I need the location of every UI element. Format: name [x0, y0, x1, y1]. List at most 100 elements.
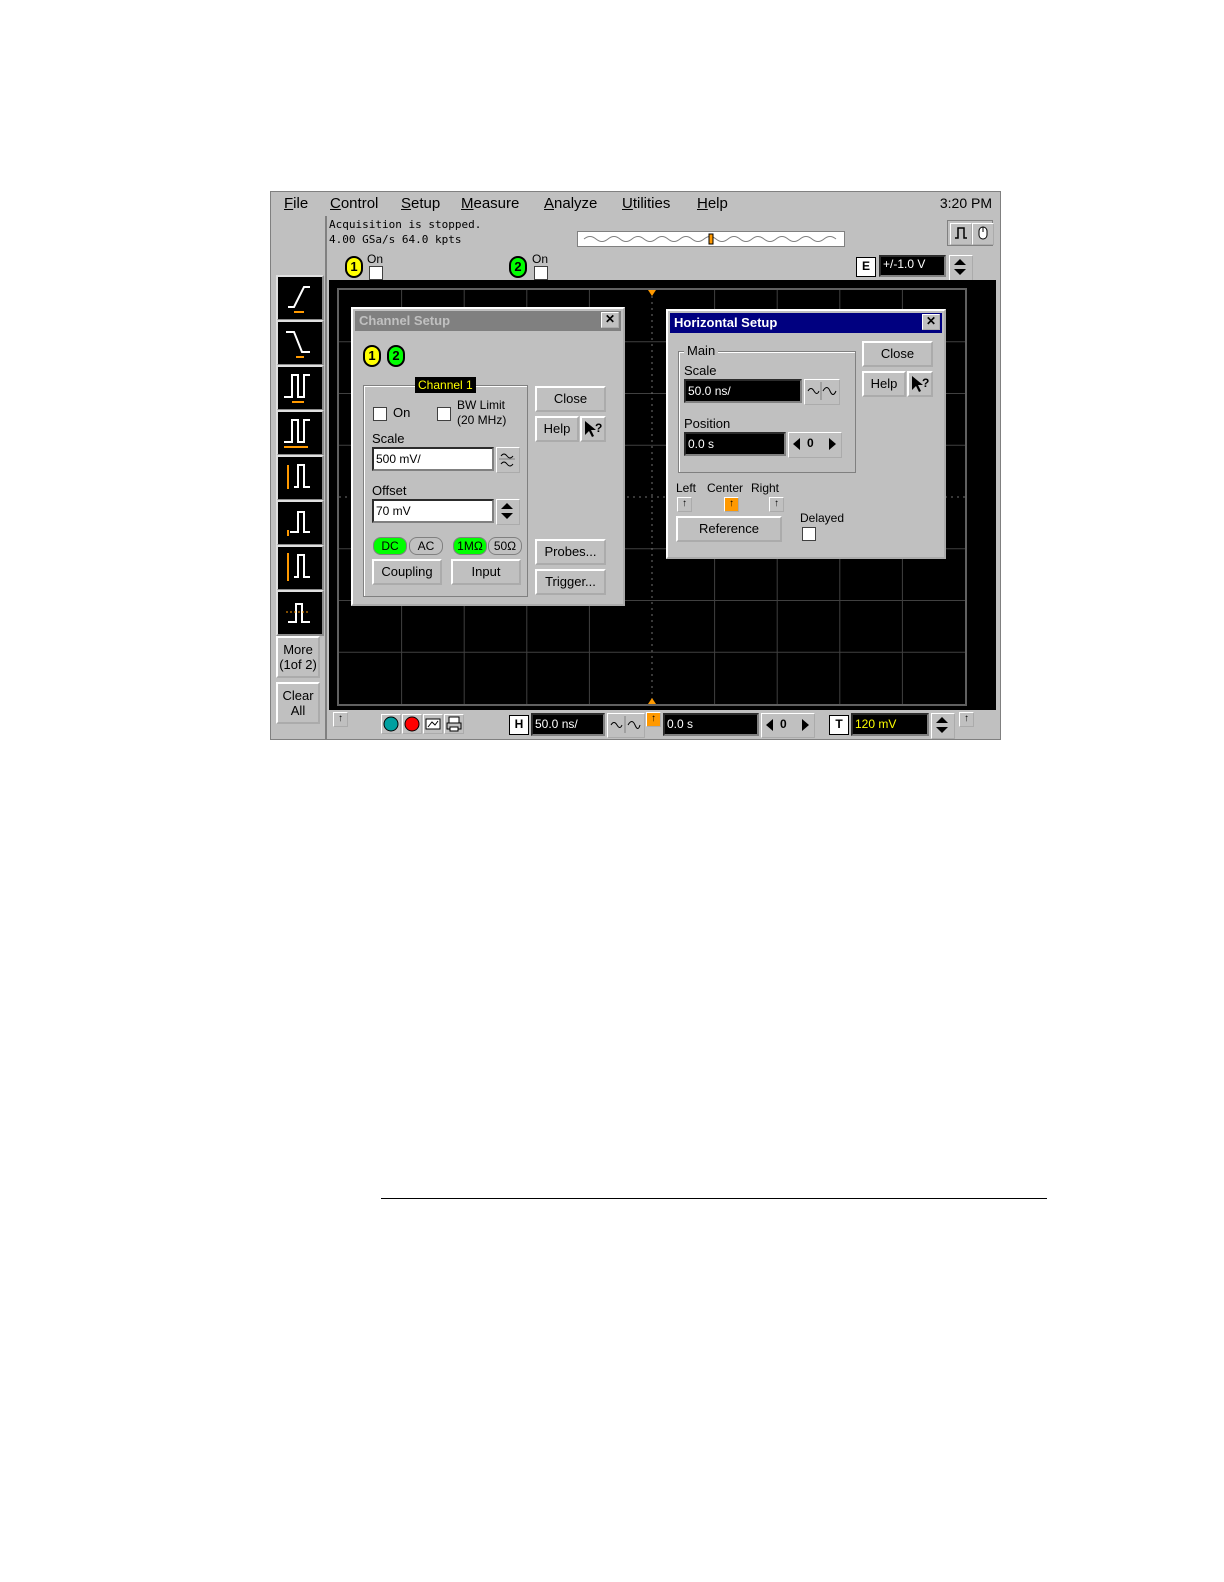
dialog-channel-2-badge[interactable]: 2 — [387, 345, 405, 367]
channel-2-on-checkbox[interactable] — [534, 266, 548, 280]
menu-control[interactable]: Control — [330, 195, 378, 212]
rise-time-icon — [288, 286, 310, 313]
pulse-width-icon — [284, 374, 310, 403]
right-arrow-icon[interactable] — [798, 714, 812, 735]
horizontal-badge[interactable]: H — [509, 715, 529, 735]
scale-label: Scale — [372, 431, 405, 446]
left-arrow-icon[interactable] — [790, 433, 804, 455]
svg-text:?: ? — [922, 376, 929, 390]
offset-input[interactable]: 70 mV — [372, 499, 494, 523]
menu-help[interactable]: Help — [697, 195, 728, 212]
horizontal-setup-close-icon[interactable]: ✕ — [922, 314, 940, 330]
more-sub-label: (1of 2) — [279, 657, 317, 672]
marker-button[interactable]: ↑ — [333, 712, 348, 727]
channel-on-checkbox[interactable] — [373, 407, 387, 421]
channel-2-on-label: On — [532, 252, 549, 266]
pointer-question-icon: ? — [585, 421, 602, 437]
menu-utilities[interactable]: Utilities — [622, 195, 670, 212]
clock: 3:20 PM — [939, 195, 992, 211]
amplitude-icon — [287, 464, 310, 489]
channel-close-button[interactable]: Close — [535, 386, 606, 412]
coupling-button[interactable]: Coupling — [372, 559, 442, 585]
stop-button[interactable] — [402, 714, 422, 734]
peak-to-peak-button[interactable] — [276, 545, 324, 591]
channel-help-button[interactable]: Help — [535, 416, 579, 442]
channel-2-badge[interactable]: 2 — [509, 256, 527, 278]
channel-setup-dialog: Channel Setup ✕ 1 2 Channel 1 On BW Limi… — [351, 307, 625, 606]
bw-limit-checkbox[interactable] — [437, 407, 451, 421]
reference-button[interactable]: Reference — [676, 516, 782, 542]
horizontal-close-button[interactable]: Close — [862, 341, 933, 367]
external-range-spinner[interactable] — [949, 255, 973, 281]
bottom-scale-spinner[interactable] — [607, 713, 645, 738]
bottom-position-stepper: 0 — [761, 713, 815, 738]
waveform-overview[interactable] — [577, 231, 845, 247]
position-stepper: 0 — [788, 432, 842, 458]
scale-fine-spinner[interactable] — [496, 447, 520, 473]
reference-center-button[interactable]: ↑ — [724, 497, 739, 512]
single-button[interactable] — [423, 714, 443, 734]
print-button[interactable] — [444, 714, 464, 734]
top-button[interactable] — [276, 500, 324, 546]
clear-all-button[interactable]: Clear All — [276, 682, 320, 724]
horizontal-help-button[interactable]: Help — [862, 371, 906, 397]
trigger-marker-button[interactable]: ↑ — [959, 712, 974, 727]
run-button[interactable] — [381, 714, 401, 734]
input-button[interactable]: Input — [451, 559, 521, 585]
scale-input[interactable]: 500 mV/ — [372, 447, 494, 471]
probes-button[interactable]: Probes... — [535, 539, 606, 565]
horizontal-scale-spinner[interactable] — [804, 379, 840, 405]
menu-setup[interactable]: Setup — [401, 195, 440, 212]
bw-limit-sub-label: (20 MHz) — [457, 413, 507, 427]
rise-time-button[interactable] — [276, 275, 324, 321]
pointer-question-icon: ? — [912, 376, 929, 392]
reference-right-label: Right — [751, 481, 780, 495]
left-arrow-icon[interactable] — [763, 714, 777, 735]
peak-to-peak-icon — [287, 553, 310, 581]
reference-left-button[interactable]: ↑ — [677, 497, 692, 512]
right-arrow-icon[interactable] — [825, 433, 839, 455]
top-level-icon — [287, 511, 310, 536]
external-trigger-badge[interactable]: E — [856, 257, 876, 277]
frequency-icon — [284, 419, 310, 448]
menu-measure[interactable]: Measure — [461, 195, 519, 212]
horizontal-whats-this-button[interactable]: ? — [907, 371, 933, 397]
horizontal-scale-input[interactable]: 50.0 ns/ — [684, 379, 802, 403]
fall-time-button[interactable] — [276, 320, 324, 366]
position-zero-button[interactable]: 0 — [807, 436, 814, 450]
impedance-1m-indicator: 1MΩ — [453, 537, 487, 555]
delayed-checkbox[interactable] — [802, 527, 816, 541]
trigger-level-spinner[interactable] — [931, 713, 955, 739]
pulse-width-button[interactable] — [276, 365, 324, 411]
amplitude-button[interactable] — [276, 455, 324, 501]
dialog-channel-1-badge[interactable]: 1 — [363, 345, 381, 367]
coupling-ac-indicator: AC — [409, 537, 443, 555]
horizontal-position-label: Position — [684, 416, 731, 431]
channel-setup-close-icon[interactable]: ✕ — [601, 312, 619, 328]
more-button[interactable]: More (1of 2) — [276, 636, 320, 678]
bottom-zero-button[interactable]: 0 — [780, 717, 787, 731]
channel-1-badge[interactable]: 1 — [345, 256, 363, 278]
menu-analyze[interactable]: Analyze — [544, 195, 597, 212]
average-button[interactable] — [276, 590, 324, 636]
channel-whats-this-button[interactable]: ? — [580, 416, 606, 442]
channel-1-on-checkbox[interactable] — [369, 266, 383, 280]
time-reference-marker[interactable]: ↑ — [646, 712, 661, 727]
bottom-position-field[interactable]: 0.0 s — [663, 713, 759, 736]
bottom-horizontal-scale[interactable]: 50.0 ns/ — [531, 713, 605, 736]
channel-1-group-label: Channel 1 — [415, 377, 476, 393]
trigger-badge[interactable]: T — [829, 715, 849, 735]
horizontal-position-input[interactable]: 0.0 s — [684, 432, 786, 456]
trigger-button[interactable]: Trigger... — [535, 569, 606, 595]
mouse-mode-button[interactable] — [972, 223, 994, 245]
menu-bar: File Control Setup Measure Analyze Utili… — [271, 192, 1000, 216]
pulse-mode-button[interactable] — [950, 223, 972, 245]
offset-spinner[interactable] — [496, 499, 520, 525]
menu-file[interactable]: File — [284, 195, 308, 212]
external-range-field[interactable]: +/-1.0 V — [879, 255, 946, 277]
channel-on-label: On — [393, 405, 411, 420]
reference-right-button[interactable]: ↑ — [769, 497, 784, 512]
frequency-button[interactable] — [276, 410, 324, 456]
trigger-level-field[interactable]: 120 mV — [851, 713, 929, 736]
fine-adjust-icon — [807, 382, 837, 400]
